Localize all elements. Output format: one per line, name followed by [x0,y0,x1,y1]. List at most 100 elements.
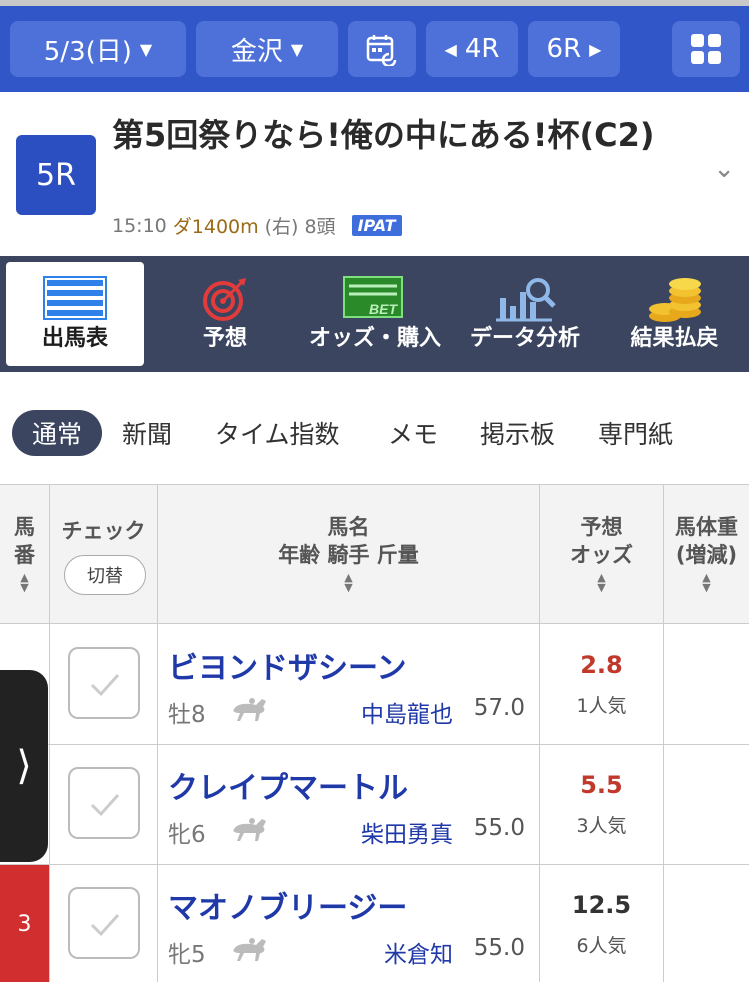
race-card-icon [43,276,107,320]
race-number-badge: 5R [16,135,96,215]
col-horse-name[interactable]: 馬名 年齢 騎手 斤量 ▲ ▼ [158,485,540,625]
subtab-expert-paper[interactable]: 専門紙 [598,410,673,456]
svg-text:BET: BET [369,301,398,317]
sort-icon: ▲ ▼ [344,571,353,594]
bet-icon: BET [343,276,403,318]
check-checkbox[interactable] [68,767,140,839]
odds-value: 2.8 [580,651,623,679]
jockey-link[interactable]: 中島龍也 [361,695,453,729]
tab-label: データ分析 [469,326,580,351]
tab-results[interactable]: 結果払戻 [600,262,749,366]
subtab-newspaper[interactable]: 新聞 [122,410,172,456]
sex-age: 牡8 [168,702,206,728]
check-cell [50,625,158,744]
check-icon [90,673,120,697]
subtab-normal[interactable]: 通常 [12,410,103,456]
race-header[interactable]: 5R 第5回祭りなら!俺の中にある!杯(C2) 15:10 ダ1400m (右)… [0,92,749,252]
horse-number: 3 [0,865,50,982]
tab-prediction[interactable]: 予想 [150,262,300,366]
header-label: 馬体重 [675,515,738,539]
calendar-refresh-icon [366,35,397,66]
prev-race-button[interactable]: ◀ 4R [426,21,518,77]
chevron-down-icon[interactable]: ⌄ [713,154,735,184]
next-race-label: 6R [546,34,582,64]
side-drawer-handle[interactable]: ⟩ [0,670,48,862]
header-label: 番 [14,543,35,567]
next-race-button[interactable]: 6R ▶ [528,21,620,77]
function-tab-bar: 出馬表 予想 BET オッズ・購入 データ分析 結果払戻 [0,256,749,372]
kinryo: 55.0 [473,815,525,841]
caret-right-icon: ▶ [589,39,602,59]
sex-age: 牝5 [168,942,206,968]
tab-odds-purchase[interactable]: BET オッズ・購入 [300,262,450,366]
switch-button[interactable]: 切替 [64,555,146,595]
tab-race-card[interactable]: 出馬表 [6,262,144,366]
check-checkbox[interactable] [68,887,140,959]
target-icon [203,278,246,321]
popularity: 1人気 [576,695,627,717]
kinryo: 55.0 [473,935,525,961]
check-cell [50,745,158,864]
jockey-link[interactable]: 柴田勇真 [361,815,453,849]
date-select-button[interactable]: 5/3(日) ▼ [10,21,186,77]
venue-label: 金沢 [230,36,283,67]
table-header: 馬 番 ▲ ▼ チェック 切替 馬名 年齢 騎手 斤量 ▲ ▼ 予想 オッズ ▲ ▼ … [0,484,749,625]
horse-info-cell: クレイプマートル 牝6 柴田勇真 55.0 [158,745,540,864]
horse-info-cell: マオノブリージー 牝5 米倉知 55.0 [158,865,540,982]
popularity: 3人気 [576,815,627,837]
chevron-right-icon: ⟩ [16,743,32,789]
top-nav: 5/3(日) ▼ 金沢 ▼ ◀ 4R 6R ▶ [0,0,749,92]
field-size: 8頭 [304,216,336,238]
weight-cell [664,865,749,982]
venue-select-button[interactable]: 金沢 ▼ [196,21,338,77]
horse-name-link[interactable]: マオノブリージー [168,883,407,927]
race-distance: ダ1400m [172,216,259,238]
kinryo: 57.0 [473,695,525,721]
horse-name-link[interactable]: ビヨンドザシーン [168,643,407,687]
table-row[interactable]: ビヨンドザシーン 牡8 中島龍也 57.0 2.8 1人気 [0,625,749,745]
caret-down-icon: ▼ [290,39,304,59]
horse-icon [233,818,266,841]
horse-info-cell: ビヨンドザシーン 牡8 中島龍也 57.0 [158,625,540,744]
jockey-link[interactable]: 米倉知 [384,935,453,969]
race-time: 15:10 [112,214,167,237]
table-row[interactable]: クレイプマートル 牝6 柴田勇真 55.0 5.5 3人気 [0,745,749,865]
sub-tab-bar: 通常 新聞 タイム指数 メモ 掲示板 専門紙 [0,372,749,482]
col-weight[interactable]: 馬体重 (増減) ▲ ▼ [664,485,749,625]
subtab-time-index[interactable]: タイム指数 [215,410,340,456]
tab-label: オッズ・購入 [308,326,441,351]
check-icon [90,793,120,817]
col-check: チェック 切替 [50,485,158,625]
header-label: 年齢 騎手 斤量 [278,543,419,567]
odds-cell: 5.5 3人気 [540,745,664,864]
subtab-board[interactable]: 掲示板 [480,410,555,456]
header-label: 馬 [14,515,35,539]
weight-cell [664,625,749,744]
chart-search-icon [496,278,556,322]
col-odds[interactable]: 予想 オッズ ▲ ▼ [540,485,664,625]
grid-icon [691,34,721,64]
odds-cell: 12.5 6人気 [540,865,664,982]
header-label: オッズ [570,543,633,567]
header-label: チェック [61,519,146,543]
sort-icon: ▲ ▼ [702,571,711,594]
weight-cell [664,745,749,864]
check-icon [90,913,120,937]
prev-race-label: 4R [464,34,500,64]
table-row[interactable]: 3 マオノブリージー 牝5 米倉知 55.0 12.5 6人気 [0,865,749,982]
popularity: 6人気 [576,935,627,957]
date-label: 5/3(日) [43,36,132,67]
tab-data-analysis[interactable]: データ分析 [450,262,600,366]
tab-label: 予想 [202,326,247,351]
col-number[interactable]: 馬 番 ▲ ▼ [0,485,50,625]
check-checkbox[interactable] [68,647,140,719]
odds-cell: 2.8 1人気 [540,625,664,744]
horse-name-link[interactable]: クレイプマートル [168,763,408,807]
menu-grid-button[interactable] [672,21,740,77]
sort-icon: ▲ ▼ [20,571,29,594]
subtab-memo[interactable]: メモ [388,410,438,456]
calendar-button[interactable] [348,21,416,77]
tab-label: 出馬表 [41,326,108,351]
race-direction: (右) [264,216,299,238]
odds-value: 5.5 [580,771,623,799]
